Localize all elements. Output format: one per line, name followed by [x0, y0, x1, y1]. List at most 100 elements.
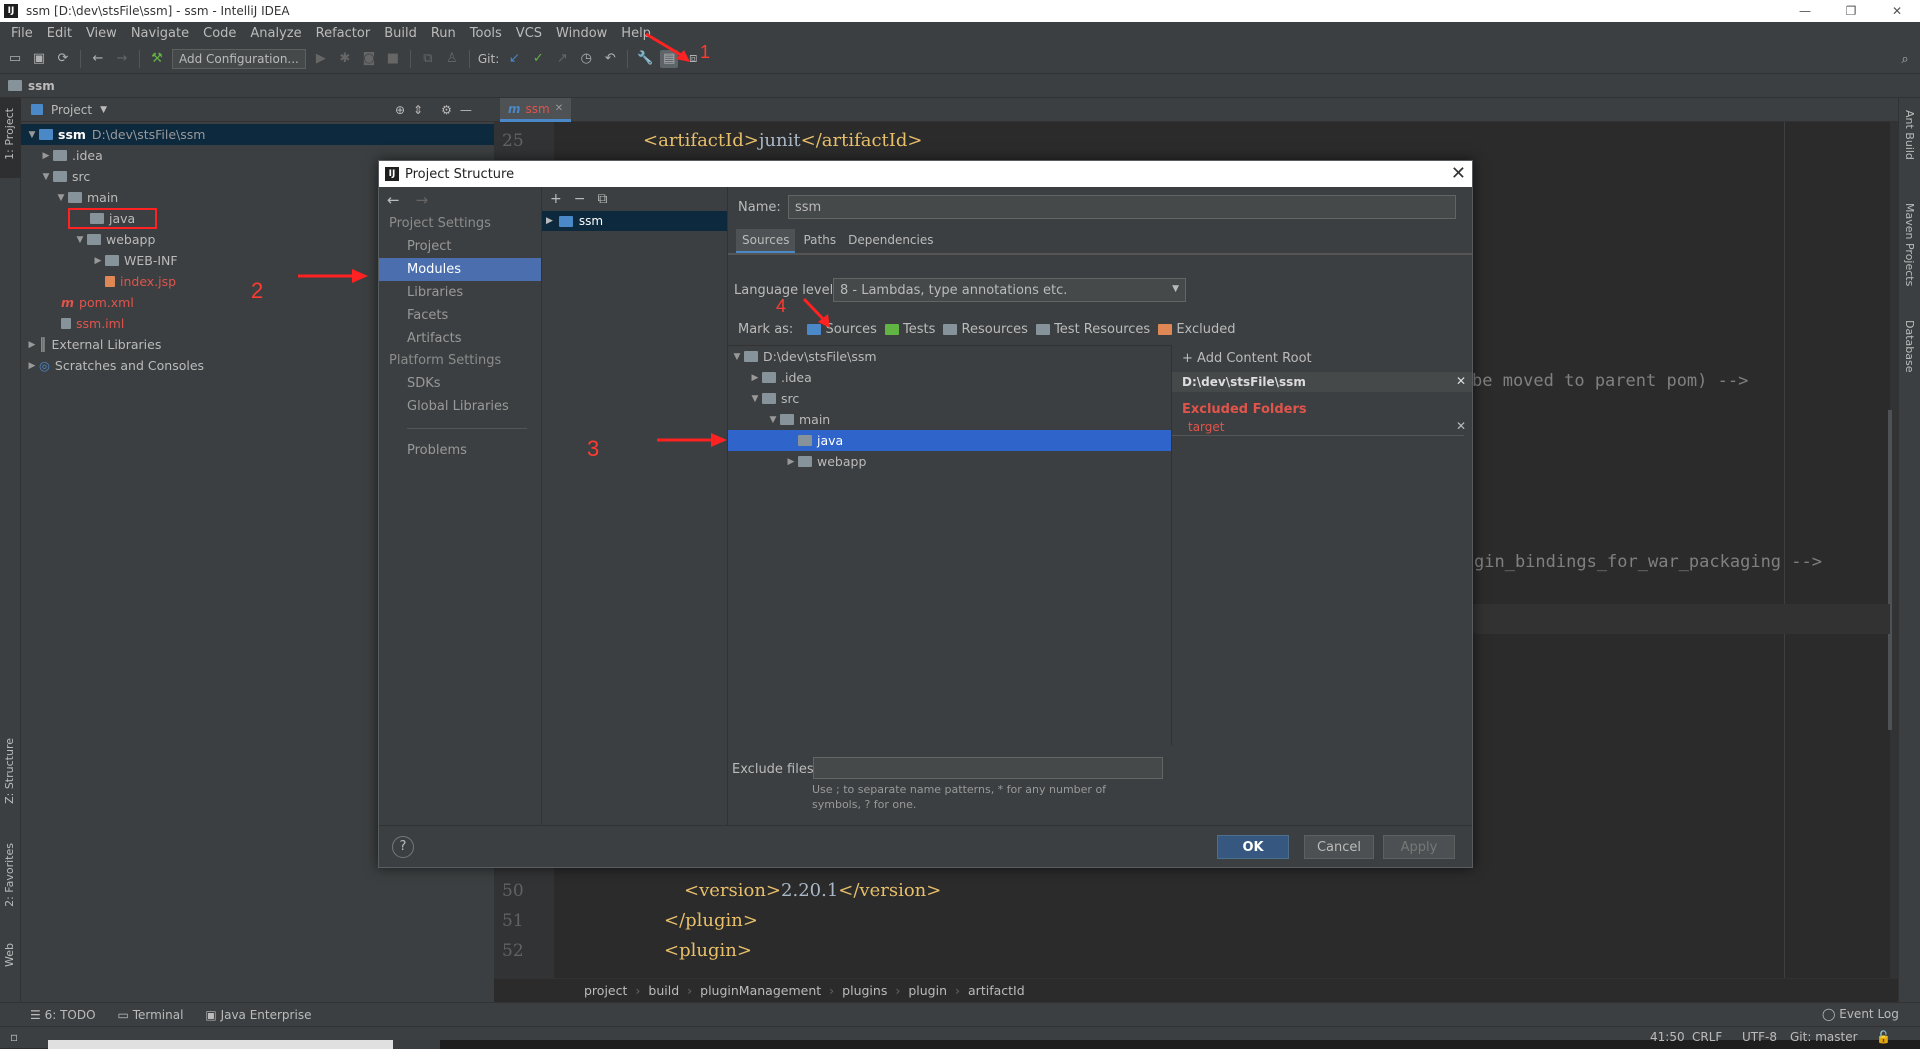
profile-icon[interactable]: ♙ [443, 50, 461, 68]
menu-navigate[interactable]: Navigate [124, 26, 196, 41]
expand-arrow-icon[interactable]: ▼ [54, 193, 68, 203]
root-row[interactable]: ▼ D:\dev\stsFile\ssm [728, 346, 1171, 367]
file-encoding[interactable]: UTF-8 [1742, 1030, 1777, 1044]
menu-run[interactable]: Run [424, 26, 463, 41]
cancel-button[interactable]: Cancel [1304, 835, 1374, 859]
sidebar-item-facets[interactable]: Facets [379, 304, 541, 327]
tool-window-maven[interactable]: Maven Projects [1903, 203, 1916, 286]
menu-code[interactable]: Code [196, 26, 243, 41]
remove-icon[interactable]: − [574, 191, 586, 207]
module-row-ssm[interactable]: ▶ ssm [542, 211, 727, 231]
java-enterprise-button[interactable]: ▣ Java Enterprise [205, 1008, 311, 1022]
menu-window[interactable]: Window [549, 26, 614, 41]
expand-arrow-icon[interactable]: ▼ [766, 415, 780, 425]
forward-arrow-icon[interactable]: → [113, 50, 131, 68]
tab-paths[interactable]: Paths [795, 229, 844, 253]
tab-dependencies[interactable]: Dependencies [844, 229, 937, 253]
close-window-button[interactable]: ✕ [1874, 0, 1920, 22]
git-update-icon[interactable]: ↙ [505, 50, 523, 68]
mark-test-resources-button[interactable]: Test Resources [1035, 322, 1150, 337]
chevron-down-icon[interactable]: ▼ [100, 105, 107, 115]
mark-resources-button[interactable]: Resources [943, 322, 1028, 337]
root-row-idea[interactable]: ▶ .idea [728, 367, 1171, 388]
project-view-selector[interactable]: Project [51, 103, 92, 117]
copy-icon[interactable]: ⧉ [597, 191, 607, 207]
caret-position[interactable]: 41:50 [1650, 1030, 1685, 1044]
save-all-icon[interactable]: ▣ [30, 50, 48, 68]
sidebar-item-global-libraries[interactable]: Global Libraries [379, 395, 541, 418]
forward-arrow-icon[interactable]: → [416, 191, 429, 209]
sidebar-item-libraries[interactable]: Libraries [379, 281, 541, 304]
mark-excluded-button[interactable]: Excluded [1158, 322, 1236, 337]
scrollbar-thumb[interactable] [1888, 410, 1892, 730]
revert-icon[interactable]: ↶ [601, 50, 619, 68]
sync-icon[interactable]: ⟳ [54, 50, 72, 68]
hide-panel-icon[interactable]: — [460, 103, 472, 117]
expand-arrow-icon[interactable]: ▼ [39, 172, 53, 182]
sidebar-item-modules[interactable]: Modules [379, 258, 541, 281]
collapsed-arrow-icon[interactable]: ▶ [25, 361, 39, 371]
collapse-all-icon[interactable]: ⇕ [413, 103, 423, 117]
menu-refactor[interactable]: Refactor [309, 26, 378, 41]
debug-icon[interactable]: ✱ [336, 50, 354, 68]
menu-edit[interactable]: Edit [40, 26, 79, 41]
root-row-java-selected[interactable]: java [728, 430, 1171, 451]
remove-root-icon[interactable]: ✕ [1456, 374, 1466, 388]
collapsed-arrow-icon[interactable]: ▶ [91, 256, 105, 266]
sidebar-item-sdks[interactable]: SDKs [379, 372, 541, 395]
terminal-button[interactable]: ▭ Terminal [118, 1008, 184, 1022]
menu-view[interactable]: View [79, 26, 124, 41]
close-icon[interactable]: ✕ [1451, 163, 1466, 184]
history-icon[interactable]: ◷ [577, 50, 595, 68]
breadcrumb-item[interactable]: plugins [842, 983, 887, 998]
locate-icon[interactable]: ⊕ [395, 103, 405, 117]
apply-button[interactable]: Apply [1383, 835, 1455, 859]
tool-window-project[interactable]: 1: Project [3, 108, 16, 160]
exclude-files-input[interactable] [813, 757, 1163, 779]
event-log-button[interactable]: ◯ Event Log [1822, 1007, 1899, 1021]
expand-arrow-icon[interactable]: ▼ [748, 394, 762, 404]
build-hammer-icon[interactable]: ⚒ [148, 50, 166, 68]
add-configuration-button[interactable]: Add Configuration... [172, 48, 306, 69]
status-toggle-icon[interactable]: ▫ [10, 1030, 18, 1044]
git-branch[interactable]: Git: master [1790, 1030, 1858, 1044]
close-tab-icon[interactable]: ✕ [555, 103, 563, 114]
line-separator[interactable]: CRLF [1692, 1030, 1722, 1044]
menu-analyze[interactable]: Analyze [243, 26, 308, 41]
coverage-icon[interactable]: ◙ [360, 50, 378, 68]
menu-file[interactable]: File [4, 26, 40, 41]
breadcrumb-item[interactable]: build [648, 983, 679, 998]
back-arrow-icon[interactable]: ← [89, 50, 107, 68]
language-level-select[interactable]: 8 - Lambdas, type annotations etc. ▼ [833, 278, 1186, 302]
run-icon[interactable]: ▶ [312, 50, 330, 68]
remove-excluded-icon[interactable]: ✕ [1456, 419, 1466, 433]
git-commit-icon[interactable]: ✓ [529, 50, 547, 68]
expand-arrow-icon[interactable]: ▼ [730, 352, 744, 362]
breadcrumb-item[interactable]: project [584, 983, 627, 998]
collapsed-arrow-icon[interactable]: ▶ [748, 373, 762, 383]
sidebar-item-problems[interactable]: Problems [379, 439, 541, 462]
tool-window-database[interactable]: Database [1903, 320, 1916, 373]
gear-icon[interactable]: ⚙ [441, 103, 452, 117]
sidebar-item-project[interactable]: Project [379, 235, 541, 258]
breadcrumb-item[interactable]: plugin [908, 983, 947, 998]
tool-window-favorites[interactable]: 2: Favorites [3, 843, 16, 907]
tab-sources[interactable]: Sources [736, 229, 796, 253]
root-row-main[interactable]: ▼ main [728, 409, 1171, 430]
collapsed-arrow-icon[interactable]: ▶ [546, 216, 553, 226]
root-row-src[interactable]: ▼ src [728, 388, 1171, 409]
editor-tab-ssm[interactable]: m ssm ✕ [500, 98, 572, 122]
menu-build[interactable]: Build [377, 26, 424, 41]
tool-window-ant-build[interactable]: Ant Build [1903, 110, 1916, 160]
module-name-field[interactable]: ssm [788, 195, 1456, 219]
tool-window-structure[interactable]: Z: Structure [3, 738, 16, 804]
lock-icon[interactable]: 🔓 [1876, 1030, 1891, 1044]
search-everywhere-icon[interactable]: ⌕ [1896, 50, 1914, 68]
mark-tests-button[interactable]: Tests [884, 322, 935, 337]
minimize-button[interactable]: — [1782, 0, 1828, 22]
maximize-button[interactable]: ❐ [1828, 0, 1874, 22]
breadcrumb-item[interactable]: pluginManagement [700, 983, 821, 998]
tree-row-ssm[interactable]: ▼ ssm D:\dev\stsFile\ssm [21, 124, 494, 145]
expand-arrow-icon[interactable]: ▼ [73, 235, 87, 245]
sidebar-item-artifacts[interactable]: Artifacts [379, 327, 541, 350]
